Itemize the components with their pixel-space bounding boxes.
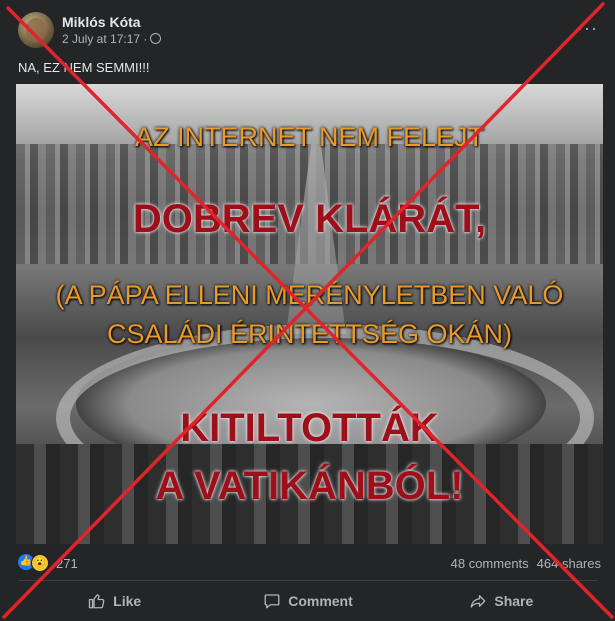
post-timestamp[interactable]: 2 July at 17:17 · bbox=[62, 32, 147, 46]
comment-button[interactable]: Comment bbox=[211, 586, 404, 616]
post-meta: 2 July at 17:17 · bbox=[62, 32, 162, 46]
image-text-line-6: A VATIKÁNBÓL! bbox=[155, 464, 464, 508]
post-header: Miklós Kóta 2 July at 17:17 · ··· bbox=[18, 12, 598, 52]
more-options-icon[interactable]: ··· bbox=[577, 18, 598, 39]
comments-count[interactable]: 48 comments bbox=[451, 556, 529, 571]
share-button[interactable]: Share bbox=[405, 586, 598, 616]
like-label: Like bbox=[113, 593, 142, 609]
thumbs-up-icon bbox=[88, 594, 105, 609]
like-button[interactable]: Like bbox=[18, 586, 211, 616]
divider bbox=[18, 580, 598, 581]
globe-icon bbox=[150, 33, 162, 44]
wow-reaction-icon: 😮 bbox=[31, 554, 49, 572]
image-text-line-3: (A PÁPA ELLENI MERÉNYLETBEN VALÓ bbox=[55, 280, 564, 310]
post-text: NA, EZ NEM SEMMI!!! bbox=[18, 60, 150, 75]
facebook-post: Miklós Kóta 2 July at 17:17 · ··· NA, EZ… bbox=[0, 0, 615, 621]
author-name[interactable]: Miklós Kóta bbox=[62, 14, 141, 30]
post-image[interactable]: AZ INTERNET NEM FELEJT DOBREV KLÁRÁT, (A… bbox=[16, 84, 603, 544]
share-icon bbox=[470, 595, 486, 608]
image-text-line-1: AZ INTERNET NEM FELEJT bbox=[134, 122, 485, 152]
comment-icon bbox=[264, 594, 280, 609]
author-avatar[interactable] bbox=[18, 12, 54, 48]
post-stats: 48 comments 464 shares bbox=[443, 556, 601, 571]
shares-count[interactable]: 464 shares bbox=[537, 556, 601, 571]
image-text-line-4: CSALÁDI ÉRINTETTSÉG OKÁN) bbox=[106, 319, 513, 349]
share-label: Share bbox=[494, 593, 534, 609]
comment-label: Comment bbox=[288, 593, 353, 609]
reaction-count[interactable]: 271 bbox=[56, 556, 78, 571]
action-bar: Like Comment Share bbox=[18, 586, 598, 616]
image-text-line-5: KITILTOTTÁK bbox=[180, 406, 439, 450]
image-text-line-2: DOBREV KLÁRÁT, bbox=[132, 197, 487, 241]
